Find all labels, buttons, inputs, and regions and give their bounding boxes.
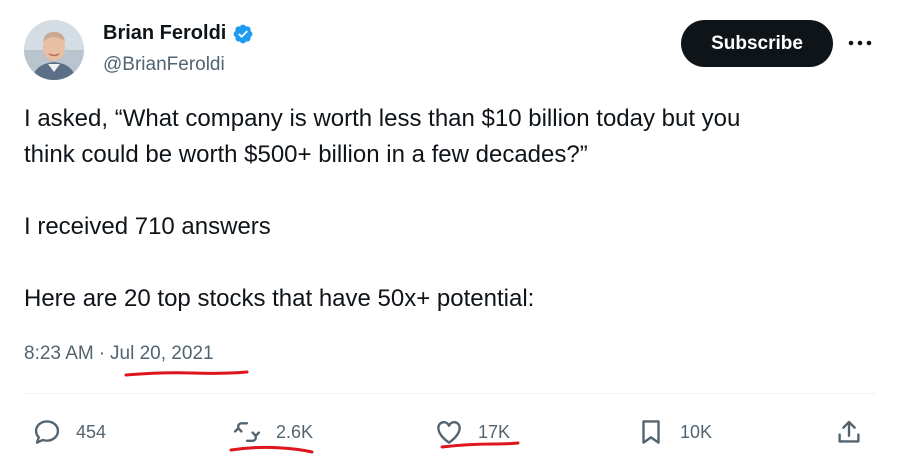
bookmark-button[interactable]: 10K [636, 414, 712, 450]
annotation-underline-date [124, 370, 249, 377]
avatar[interactable] [24, 20, 84, 80]
bookmark-count: 10K [680, 421, 713, 442]
divider [24, 393, 876, 394]
heart-icon [437, 421, 461, 444]
tweet-line: I received 710 answers [24, 213, 271, 240]
repost-count: 2.6K [276, 421, 314, 442]
tweet-timestamp: 8:23 AM · Jul 20, 2021 [24, 343, 214, 365]
share-icon [838, 420, 860, 443]
verified-badge-icon [233, 24, 253, 43]
tweet-line: Here are 20 top stocks that have 50x+ po… [24, 285, 535, 312]
repost-button[interactable]: 2.6K [232, 414, 313, 450]
bookmark-icon [642, 420, 660, 444]
tweet-time[interactable]: 8:23 AM [24, 343, 94, 365]
author-handle[interactable]: @BrianFeroldi [103, 54, 225, 76]
reply-icon [34, 420, 60, 444]
reply-count: 454 [76, 421, 107, 442]
share-button[interactable] [834, 414, 864, 450]
reply-button[interactable]: 454 [32, 414, 106, 450]
repost-icon [233, 422, 261, 442]
author-name-row[interactable]: Brian Feroldi [103, 22, 254, 45]
more-horizontal-icon[interactable] [845, 36, 875, 50]
tweet-text: I asked, “What company is worth less tha… [24, 101, 864, 317]
timestamp-separator: · [98, 343, 106, 364]
like-button[interactable]: 17K [434, 414, 510, 450]
like-count: 17K [478, 421, 511, 442]
tweet-line: I asked, “What company is worth less tha… [24, 105, 741, 132]
tweet-date[interactable]: Jul 20, 2021 [110, 343, 214, 365]
tweet-line: think could be worth $500+ billion in a … [24, 141, 588, 168]
author-name[interactable]: Brian Feroldi [103, 22, 226, 45]
subscribe-button[interactable]: Subscribe [681, 20, 833, 67]
